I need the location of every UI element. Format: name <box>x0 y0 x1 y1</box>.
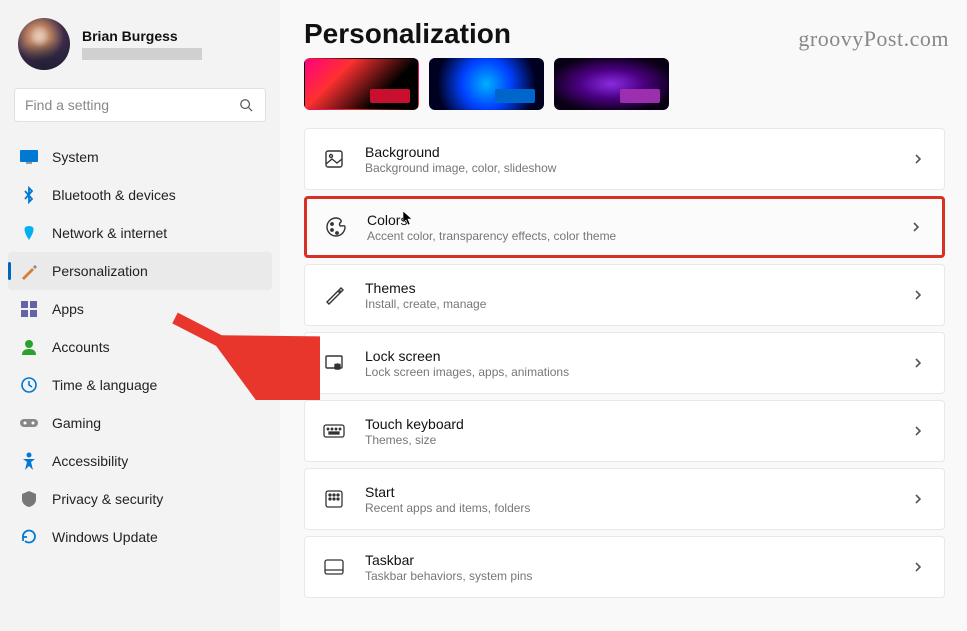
setting-desc: Recent apps and items, folders <box>365 501 892 515</box>
search-icon <box>237 96 255 114</box>
setting-text: Themes Install, create, manage <box>365 280 892 311</box>
sidebar-item-accounts[interactable]: Accounts <box>8 328 272 366</box>
sidebar-item-time[interactable]: Time & language <box>8 366 272 404</box>
profile-section[interactable]: Brian Burgess <box>8 10 272 84</box>
sidebar-item-personalization[interactable]: Personalization <box>8 252 272 290</box>
nav-label: Accessibility <box>52 453 128 469</box>
profile-email-redacted <box>82 48 202 60</box>
theme-accent-swatch <box>370 89 410 103</box>
accounts-icon <box>20 338 38 356</box>
theme-accent-swatch <box>495 89 535 103</box>
setting-themes[interactable]: Themes Install, create, manage <box>304 264 945 326</box>
update-icon <box>20 528 38 546</box>
nav-label: Gaming <box>52 415 101 431</box>
setting-background[interactable]: Background Background image, color, slid… <box>304 128 945 190</box>
setting-colors[interactable]: Colors Accent color, transparency effect… <box>304 196 945 258</box>
settings-list: Background Background image, color, slid… <box>304 128 945 598</box>
theme-thumb[interactable] <box>554 58 669 110</box>
chevron-right-icon <box>912 356 926 370</box>
personalization-icon <box>20 262 38 280</box>
nav-label: Time & language <box>52 377 157 393</box>
nav-label: Accounts <box>52 339 110 355</box>
nav-label: Windows Update <box>52 529 158 545</box>
profile-name: Brian Burgess <box>82 28 202 44</box>
background-icon <box>323 148 345 170</box>
sidebar-item-network[interactable]: Network & internet <box>8 214 272 252</box>
setting-desc: Themes, size <box>365 433 892 447</box>
setting-title: Lock screen <box>365 348 892 364</box>
setting-taskbar[interactable]: Taskbar Taskbar behaviors, system pins <box>304 536 945 598</box>
setting-title: Themes <box>365 280 892 296</box>
setting-text: Background Background image, color, slid… <box>365 144 892 175</box>
nav-label: System <box>52 149 99 165</box>
setting-desc: Taskbar behaviors, system pins <box>365 569 892 583</box>
setting-text: Colors Accent color, transparency effect… <box>367 212 890 243</box>
search-input[interactable] <box>25 97 237 113</box>
nav-label: Bluetooth & devices <box>52 187 176 203</box>
apps-icon <box>20 300 38 318</box>
theme-preview-row <box>304 58 945 110</box>
setting-title: Touch keyboard <box>365 416 892 432</box>
setting-text: Taskbar Taskbar behaviors, system pins <box>365 552 892 583</box>
setting-desc: Background image, color, slideshow <box>365 161 892 175</box>
start-icon <box>323 488 345 510</box>
chevron-right-icon <box>912 424 926 438</box>
taskbar-icon <box>323 556 345 578</box>
chevron-right-icon <box>912 288 926 302</box>
nav-label: Privacy & security <box>52 491 163 507</box>
colors-icon <box>325 216 347 238</box>
chevron-right-icon <box>912 560 926 574</box>
sidebar-item-apps[interactable]: Apps <box>8 290 272 328</box>
sidebar-item-gaming[interactable]: Gaming <box>8 404 272 442</box>
sidebar-item-update[interactable]: Windows Update <box>8 518 272 556</box>
setting-text: Touch keyboard Themes, size <box>365 416 892 447</box>
page-title: Personalization <box>304 18 945 50</box>
setting-title: Colors <box>367 212 890 228</box>
setting-lockscreen[interactable]: Lock screen Lock screen images, apps, an… <box>304 332 945 394</box>
system-icon <box>20 148 38 166</box>
theme-accent-swatch <box>620 89 660 103</box>
network-icon <box>20 224 38 242</box>
theme-thumb[interactable] <box>304 58 419 110</box>
sidebar: Brian Burgess System Bluetooth & devices <box>0 0 280 631</box>
settings-window: Brian Burgess System Bluetooth & devices <box>0 0 967 631</box>
chevron-right-icon <box>910 220 924 234</box>
search-box[interactable] <box>14 88 266 122</box>
setting-text: Lock screen Lock screen images, apps, an… <box>365 348 892 379</box>
accessibility-icon <box>20 452 38 470</box>
main-content: Personalization Background Background im… <box>280 0 967 631</box>
keyboard-icon <box>323 420 345 442</box>
setting-start[interactable]: Start Recent apps and items, folders <box>304 468 945 530</box>
gaming-icon <box>20 414 38 432</box>
lockscreen-icon <box>323 352 345 374</box>
nav-label: Apps <box>52 301 84 317</box>
sidebar-item-accessibility[interactable]: Accessibility <box>8 442 272 480</box>
avatar <box>18 18 70 70</box>
time-icon <box>20 376 38 394</box>
setting-title: Start <box>365 484 892 500</box>
chevron-right-icon <box>912 152 926 166</box>
sidebar-item-system[interactable]: System <box>8 138 272 176</box>
themes-icon <box>323 284 345 306</box>
nav-list: System Bluetooth & devices Network & int… <box>8 138 272 556</box>
nav-label: Personalization <box>52 263 148 279</box>
profile-info: Brian Burgess <box>82 28 202 60</box>
privacy-icon <box>20 490 38 508</box>
chevron-right-icon <box>912 492 926 506</box>
search-wrap <box>8 84 272 138</box>
setting-text: Start Recent apps and items, folders <box>365 484 892 515</box>
setting-title: Background <box>365 144 892 160</box>
setting-desc: Lock screen images, apps, animations <box>365 365 892 379</box>
nav-label: Network & internet <box>52 225 167 241</box>
setting-desc: Install, create, manage <box>365 297 892 311</box>
setting-title: Taskbar <box>365 552 892 568</box>
setting-touch-keyboard[interactable]: Touch keyboard Themes, size <box>304 400 945 462</box>
sidebar-item-privacy[interactable]: Privacy & security <box>8 480 272 518</box>
setting-desc: Accent color, transparency effects, colo… <box>367 229 890 243</box>
bluetooth-icon <box>20 186 38 204</box>
sidebar-item-bluetooth[interactable]: Bluetooth & devices <box>8 176 272 214</box>
theme-thumb[interactable] <box>429 58 544 110</box>
